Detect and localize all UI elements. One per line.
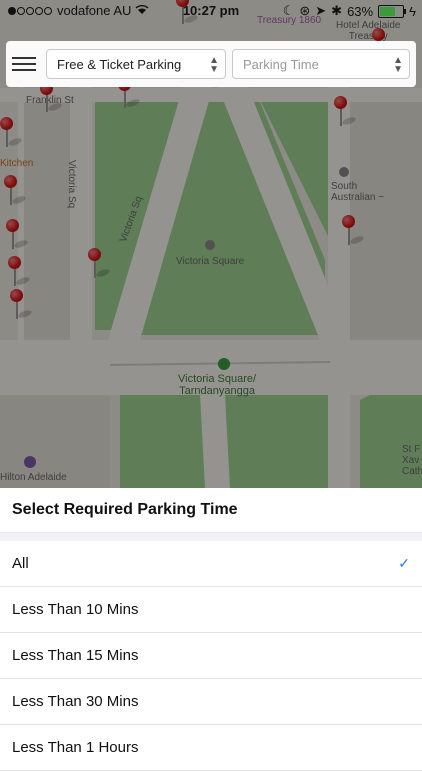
parking-type-select[interactable]: Free & Ticket Parking ▲ ▼ [46, 49, 226, 79]
location-arrow-icon: ➤ [315, 3, 327, 18]
checkmark-icon: ✓ [398, 555, 410, 571]
section-gap [0, 533, 422, 541]
battery-icon [378, 4, 407, 18]
parking-time-picker-sheet: Select Required Parking Time All ✓ Less Th… [0, 488, 422, 771]
map-toolbar: Free & Ticket Parking ▲ ▼ Parking Time ▲ ▼ [6, 41, 416, 87]
option-label: Less Than 30 Mins [12, 693, 139, 710]
battery-percent: 63% [347, 3, 374, 19]
option-label: All [12, 555, 29, 572]
parking-time-option[interactable]: Less Than 1 Hours [0, 725, 422, 771]
moon-icon: ☾ [282, 3, 295, 18]
parking-time-select[interactable]: Parking Time ▲ ▼ [232, 49, 410, 79]
option-label: Less Than 1 Hours [12, 739, 139, 756]
charging-icon: ϟ [409, 3, 416, 19]
select-arrows-icon: ▲ ▼ [209, 55, 219, 75]
rotation-lock-icon: ⊛ [299, 3, 311, 18]
option-label: Less Than 15 Mins [12, 647, 139, 664]
parking-type-value: Free & Ticket Parking [57, 57, 182, 72]
status-right: ☾ ⊛ ➤ ✱ 63% ϟ [283, 3, 416, 19]
parking-time-option[interactable]: Less Than 30 Mins [0, 679, 422, 725]
option-label: Less Than 10 Mins [12, 601, 139, 618]
bluetooth-icon: ✱ [331, 3, 343, 18]
parking-time-options: All ✓ Less Than 10 Mins Less Than 15 Mins Le… [0, 541, 422, 771]
sheet-title: Select Required Parking Time [0, 488, 422, 533]
parking-time-option[interactable]: Less Than 10 Mins [0, 587, 422, 633]
select-arrows-icon: ▲ ▼ [393, 55, 403, 75]
menu-icon[interactable] [12, 53, 36, 73]
status-bar: vodafone AU 10:27 pm ☾ ⊛ ➤ ✱ 63% ϟ [0, 0, 422, 22]
parking-time-option[interactable]: Less Than 15 Mins [0, 633, 422, 679]
parking-time-option[interactable]: All ✓ [0, 541, 422, 587]
parking-time-placeholder: Parking Time [243, 57, 319, 72]
